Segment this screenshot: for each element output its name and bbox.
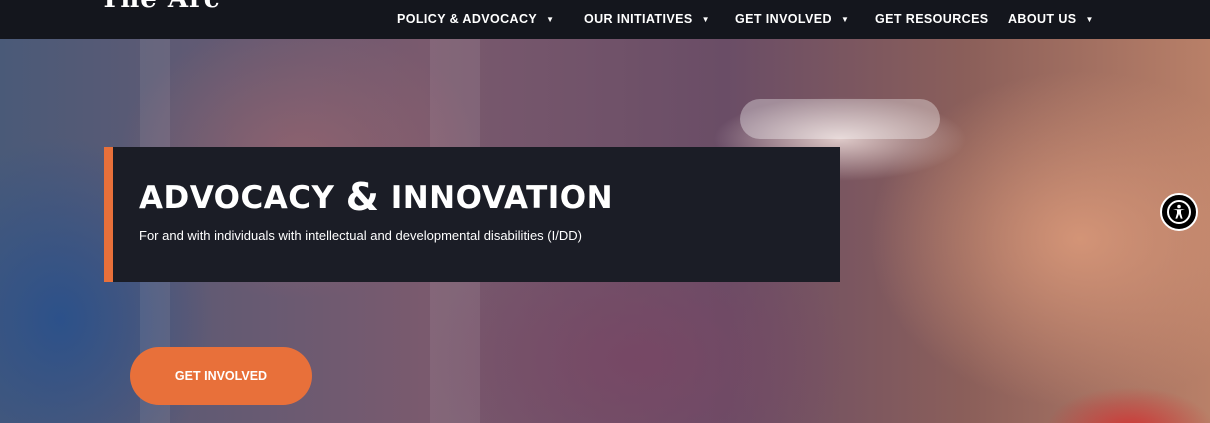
nav-label: OUR INITIATIVES: [584, 12, 693, 26]
nav-item-policy-advocacy[interactable]: POLICY & ADVOCACY ▼: [397, 12, 554, 26]
nav-label: ABOUT US: [1008, 12, 1077, 26]
hero-title-part2: INNOVATION: [379, 180, 614, 216]
caret-down-icon: ▼: [546, 15, 555, 24]
nav-item-about-us[interactable]: ABOUT US ▼: [1008, 12, 1094, 26]
main-nav: POLICY & ADVOCACY ▼ OUR INITIATIVES ▼ GET …: [0, 0, 1210, 39]
get-involved-button[interactable]: GET INVOLVED: [130, 347, 312, 405]
nav-item-our-initiatives[interactable]: OUR INITIATIVES ▼: [584, 12, 710, 26]
accessibility-widget-button[interactable]: [1160, 193, 1198, 231]
background-light-detail: [740, 99, 940, 139]
nav-label: POLICY & ADVOCACY: [397, 12, 538, 26]
nav-item-get-involved[interactable]: GET INVOLVED ▼: [735, 12, 849, 26]
hero-title: ADVOCACY & INNOVATION: [139, 173, 614, 219]
accessibility-icon: [1167, 200, 1191, 224]
hero-title-part1: ADVOCACY: [139, 180, 346, 216]
top-navigation-bar: The Arc POLICY & ADVOCACY▼ OUR INITIATIV…: [0, 0, 1210, 39]
hero-title-ampersand: &: [345, 175, 380, 219]
caret-down-icon: ▼: [840, 15, 850, 24]
hero-title-box: ADVOCACY & INNOVATION For and with indiv…: [104, 147, 840, 282]
hero-subtitle: For and with individuals with intellectu…: [139, 228, 582, 243]
caret-down-icon: ▼: [1085, 15, 1094, 24]
nav-label: GET INVOLVED: [735, 12, 832, 26]
caret-down-icon: ▼: [701, 15, 710, 24]
nav-item-get-resources[interactable]: GET RESOURCES: [875, 12, 989, 26]
nav-label: GET RESOURCES: [875, 12, 989, 26]
